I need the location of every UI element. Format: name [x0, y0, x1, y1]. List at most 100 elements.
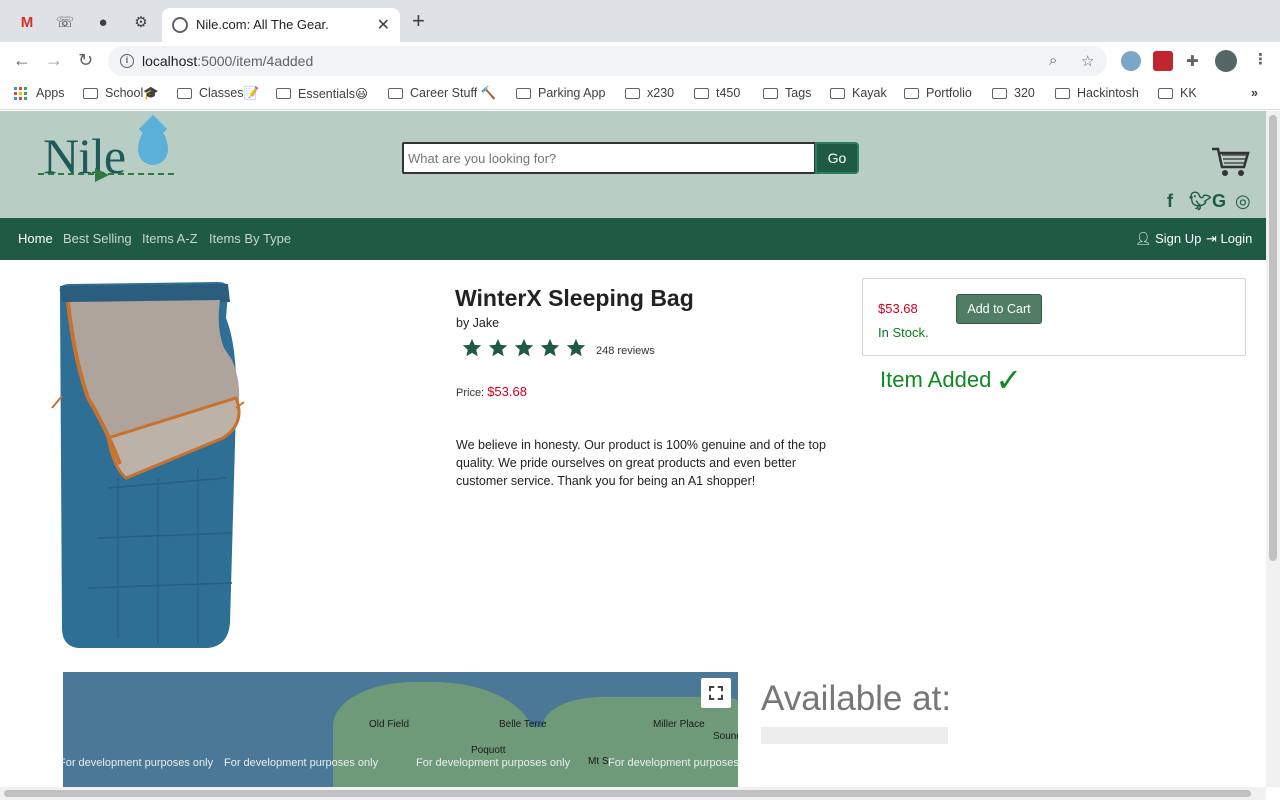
rating-stars [461, 337, 587, 359]
login-label: Login [1220, 231, 1253, 246]
bookmark-tags[interactable]: Tags [763, 86, 811, 100]
nav-items-by-type[interactable]: Items By Type [209, 231, 291, 246]
apps-icon [14, 86, 27, 100]
bookmarks-bar: Apps School🎓 Classes📝 Essentials😃 Career… [0, 79, 1280, 110]
gmail-icon[interactable]: M [18, 13, 36, 31]
bookmark-label: x230 [647, 86, 675, 100]
folder-icon [1055, 87, 1070, 99]
more-bookmarks-icon[interactable]: » [1251, 86, 1258, 100]
github-icon[interactable]: ● [94, 13, 112, 31]
bookmark-parking[interactable]: Parking App [516, 86, 605, 100]
nav-login[interactable]: ⇥ Login [1206, 231, 1252, 247]
scrollbar-thumb[interactable] [4, 790, 1251, 797]
instagram-icon[interactable]: ◎ [1235, 191, 1251, 212]
available-at-heading: Available at: [761, 679, 952, 718]
buy-box-price: $53.68 [878, 301, 918, 316]
water-drop-icon [138, 127, 168, 165]
price-line: Price: $53.68 [456, 384, 527, 399]
star-icon [462, 338, 482, 357]
bookmark-320[interactable]: 320 [992, 86, 1035, 100]
review-count[interactable]: 248 reviews [596, 345, 655, 357]
nav-items-az[interactable]: Items A-Z [142, 231, 198, 246]
bookmark-label: Apps [36, 86, 65, 100]
ublock-icon[interactable] [1153, 51, 1173, 71]
map-label: Mt S [588, 756, 609, 767]
map-watermark: For development purposes only [416, 757, 571, 769]
search-input[interactable] [402, 142, 816, 174]
extension-eyes-icon[interactable] [1121, 51, 1141, 71]
phone-icon[interactable]: ☏ [56, 13, 75, 31]
bookmark-label: Kayak [852, 86, 887, 100]
add-to-cart-button[interactable]: Add to Cart [956, 294, 1042, 324]
url-path: :5000/item/4added [197, 53, 314, 69]
star-icon [488, 338, 508, 357]
bookmark-hackintosh[interactable]: Hackintosh [1055, 86, 1139, 100]
star-icon[interactable]: ☆ [1081, 52, 1094, 70]
bookmark-label: Hackintosh [1077, 86, 1139, 100]
item-added-text: Item Added [880, 367, 992, 392]
bookmark-x230[interactable]: x230 [625, 86, 674, 100]
bookmark-career[interactable]: Career Stuff 🔨 [388, 86, 496, 101]
puzzle-icon[interactable]: ✚ [1186, 52, 1199, 70]
bookmark-label: KK [1180, 86, 1197, 100]
info-icon[interactable]: i [120, 54, 134, 68]
product-author: by Jake [456, 316, 500, 330]
nav-sign-up[interactable]: 👤︎ Sign Up [1135, 231, 1201, 247]
new-tab-button[interactable]: + [412, 10, 425, 32]
back-icon[interactable]: ← [13, 49, 31, 71]
fullscreen-icon [709, 686, 723, 700]
bookmark-label: Classes📝 [199, 86, 260, 100]
folder-icon [992, 87, 1007, 99]
facebook-icon[interactable]: f [1167, 191, 1173, 212]
star-icon [566, 338, 586, 357]
map-watermark: For development purposes only [608, 757, 738, 769]
bookmark-essentials[interactable]: Essentials😃 [276, 86, 368, 101]
buy-box: $53.68 In Stock. Add to Cart [862, 278, 1246, 356]
map-label: Miller Place [653, 719, 705, 730]
nav-home[interactable]: Home [18, 231, 53, 246]
twitter-icon[interactable]: 🐦︎ [1189, 191, 1212, 212]
avatar[interactable] [1215, 50, 1237, 72]
cart-icon[interactable] [1210, 145, 1250, 179]
address-bar[interactable]: i localhost:5000/item/4added ⌕ ☆ [108, 46, 1107, 76]
product-description: We believe in honesty. Our product is 10… [456, 438, 826, 488]
vertical-scrollbar[interactable] [1266, 111, 1280, 787]
bookmark-apps[interactable]: Apps [14, 86, 65, 100]
product-image [51, 282, 245, 648]
forward-icon[interactable]: → [45, 49, 63, 71]
map-fullscreen-button[interactable] [701, 678, 731, 708]
stock-status: In Stock. [878, 325, 929, 340]
store-map[interactable]: Old Field Belle Terre Miller Place Poquo… [63, 672, 738, 787]
menu-icon[interactable]: ⋮ [1253, 50, 1268, 68]
page-content: Nile Go f 🐦︎ G ◎ Home Best Selling Items… [0, 111, 1266, 787]
nav-best-selling[interactable]: Best Selling [63, 231, 132, 246]
bookmark-school[interactable]: School🎓 [83, 86, 159, 101]
bookmark-label: Tags [785, 86, 812, 100]
bookmark-t450[interactable]: t450 [694, 86, 740, 100]
site-header: Nile Go f 🐦︎ G ◎ [0, 111, 1266, 218]
user-icon: 👤︎ [1135, 231, 1156, 246]
folder-icon [763, 87, 778, 99]
scrollbar-thumb[interactable] [1269, 115, 1277, 561]
star-icon [540, 338, 560, 357]
sign-up-label: Sign Up [1155, 231, 1202, 246]
reload-icon[interactable]: ↻ [78, 49, 93, 71]
globe-icon [172, 17, 188, 33]
bookmark-classes[interactable]: Classes📝 [177, 86, 259, 101]
map-watermark: For development purposes only [224, 757, 379, 769]
url-text: localhost:5000/item/4added [142, 53, 313, 69]
bookmark-kayak[interactable]: Kayak [830, 86, 887, 100]
settings-icon[interactable]: ⚙ [132, 13, 150, 31]
zoom-icon[interactable]: ⌕ [1049, 52, 1057, 69]
google-icon[interactable]: G [1212, 191, 1226, 212]
folder-icon [694, 87, 709, 99]
close-icon[interactable]: ✕ [377, 15, 390, 35]
bookmark-portfolio[interactable]: Portfolio [904, 86, 972, 100]
active-tab[interactable]: Nile.com: All The Gear. ✕ [162, 8, 400, 42]
horizontal-scrollbar[interactable] [0, 787, 1266, 800]
map-label: Poquott [471, 745, 506, 756]
main-navbar: Home Best Selling Items A-Z Items By Typ… [0, 218, 1266, 260]
go-button[interactable]: Go [815, 142, 859, 174]
bookmark-kk[interactable]: KK [1158, 86, 1197, 100]
folder-icon [516, 87, 531, 99]
